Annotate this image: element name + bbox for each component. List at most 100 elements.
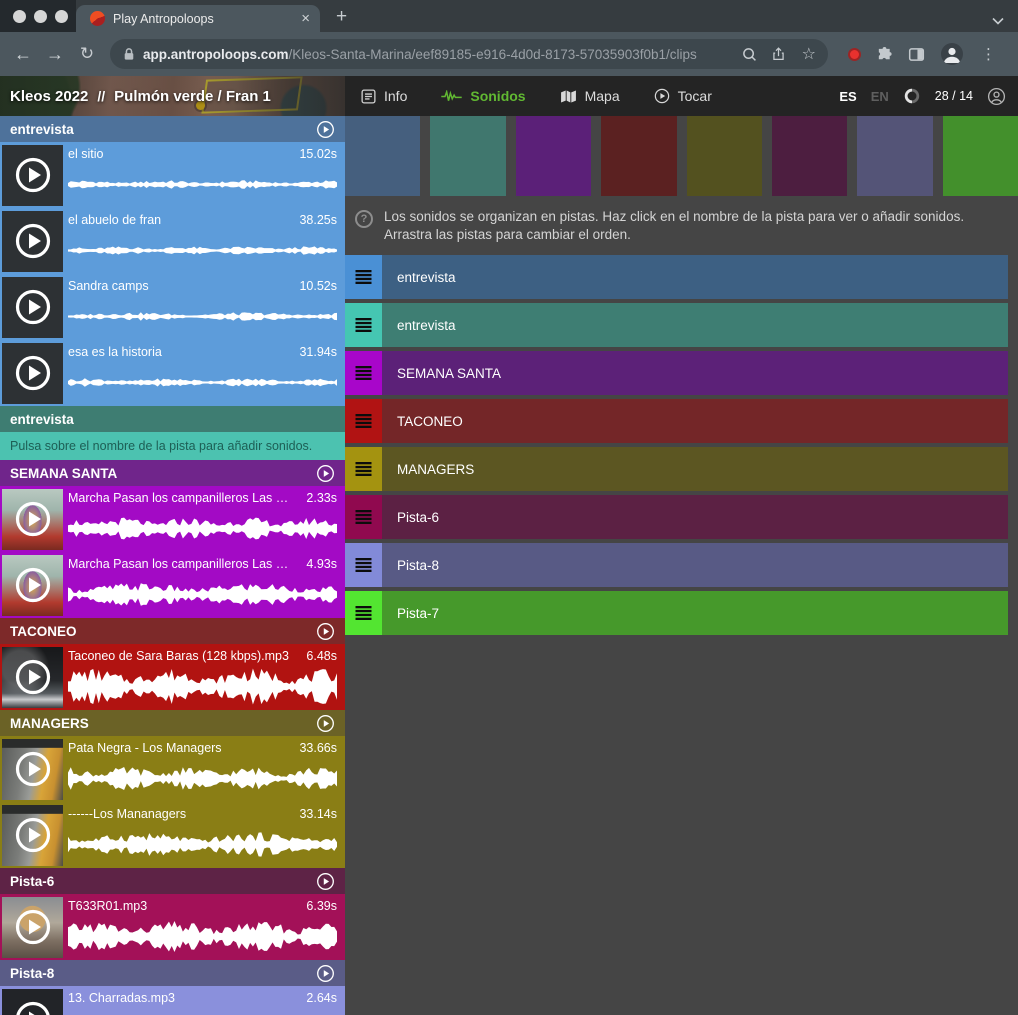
track-row-body[interactable]: SEMANA SANTA xyxy=(382,351,1008,395)
clip[interactable]: el sitio15.02s xyxy=(0,142,345,208)
play-track-button[interactable] xyxy=(316,464,335,483)
record-extension-icon[interactable] xyxy=(848,48,861,61)
clip-play-button[interactable] xyxy=(2,555,63,616)
track-section-header[interactable]: MANAGERS xyxy=(0,710,345,736)
drag-handle[interactable] xyxy=(345,591,382,635)
account-icon[interactable] xyxy=(987,87,1006,106)
play-track-button[interactable] xyxy=(316,622,335,641)
clip-play-button[interactable] xyxy=(2,489,63,550)
clip[interactable]: Sandra camps10.52s xyxy=(0,274,345,340)
tab-title: Play Antropoloops xyxy=(113,12,293,26)
lang-es-button[interactable]: ES xyxy=(839,89,856,104)
lang-en-button[interactable]: EN xyxy=(871,89,889,104)
zoom-page-icon[interactable] xyxy=(742,47,757,62)
tab-info-label: Info xyxy=(384,88,407,104)
close-tab-icon[interactable]: × xyxy=(301,11,310,26)
clip-play-button[interactable] xyxy=(2,343,63,404)
clip-play-button[interactable] xyxy=(2,805,63,866)
address-bar[interactable]: app.antropoloops.com/Kleos-Santa-Marina/… xyxy=(110,39,828,69)
side-panel-icon[interactable] xyxy=(908,46,925,63)
track-row[interactable]: MANAGERS xyxy=(345,447,1008,491)
play-track-button[interactable] xyxy=(316,964,335,983)
track-section-header[interactable]: entrevista xyxy=(0,406,345,432)
clip-play-button[interactable] xyxy=(2,739,63,800)
track-section-header[interactable]: entrevista xyxy=(0,116,345,142)
track-row-body[interactable]: TACONEO xyxy=(382,399,1008,443)
help-bar: ? Los sonidos se organizan en pistas. Ha… xyxy=(345,196,1018,253)
drag-handle[interactable] xyxy=(345,447,382,491)
clip-play-button[interactable] xyxy=(2,211,63,272)
clip-title: 13. Charradas.mp3 xyxy=(68,991,175,1005)
loading-spinner-icon xyxy=(903,87,921,105)
tab-tocar[interactable]: Tocar xyxy=(654,88,712,104)
clip-play-button[interactable] xyxy=(2,989,63,1015)
track-row[interactable]: Pista-6 xyxy=(345,495,1008,539)
browser-menu-icon[interactable]: ⋮ xyxy=(981,45,996,63)
play-track-button[interactable] xyxy=(316,714,335,733)
drag-handle[interactable] xyxy=(345,351,382,395)
track-row-body[interactable]: Pista-6 xyxy=(382,495,1008,539)
track-section-header[interactable]: TACONEO xyxy=(0,618,345,644)
clip-play-button[interactable] xyxy=(2,145,63,206)
track-row-body[interactable]: Pista-8 xyxy=(382,543,1008,587)
play-track-button[interactable] xyxy=(316,120,335,139)
track-row[interactable]: TACONEO xyxy=(345,399,1008,443)
browser-profile-avatar[interactable] xyxy=(940,42,964,66)
track-section-header[interactable]: SEMANA SANTA xyxy=(0,460,345,486)
clip[interactable]: Pata Negra - Los Managers33.66s xyxy=(0,736,345,802)
clip-play-button[interactable] xyxy=(2,277,63,338)
track-row[interactable]: entrevista xyxy=(345,303,1008,347)
clip[interactable]: el abuelo de fran38.25s xyxy=(0,208,345,274)
clip[interactable]: Taconeo de Sara Baras (128 kbps).mp36.48… xyxy=(0,644,345,710)
track-row[interactable]: entrevista xyxy=(345,255,1008,299)
forward-button[interactable]: → xyxy=(42,44,68,65)
tab-info[interactable]: Info xyxy=(361,88,407,104)
track-section-header[interactable]: Pista-6 xyxy=(0,868,345,894)
play-track-button[interactable] xyxy=(316,872,335,891)
clip[interactable]: Marcha Pasan los campanilleros Las Mejor… xyxy=(0,552,345,618)
clip[interactable]: ------Los Mananagers33.14s xyxy=(0,802,345,868)
drag-handle[interactable] xyxy=(345,399,382,443)
breadcrumb: Kleos 2022 // Pulmón verde / Fran 1 xyxy=(10,76,271,116)
project-map-thumbnail[interactable]: Kleos 2022 // Pulmón verde / Fran 1 xyxy=(0,76,345,116)
extensions-puzzle-icon[interactable] xyxy=(876,46,893,63)
drag-handle[interactable] xyxy=(345,255,382,299)
lock-icon[interactable] xyxy=(123,47,135,61)
tab-search-chevron-icon[interactable] xyxy=(992,17,1004,25)
reload-button[interactable]: ↻ xyxy=(74,44,100,64)
clip-play-button[interactable] xyxy=(2,647,63,708)
track-row-body[interactable]: MANAGERS xyxy=(382,447,1008,491)
track-name: Pista-8 xyxy=(397,558,439,573)
track-row[interactable]: Pista-7 xyxy=(345,591,1008,635)
tab-mapa[interactable]: Mapa xyxy=(560,88,620,104)
tab-tocar-label: Tocar xyxy=(678,88,712,104)
clip-waveform xyxy=(68,1009,337,1015)
tab-sonidos[interactable]: Sonidos xyxy=(441,88,525,104)
bookmark-star-icon[interactable]: ☆ xyxy=(802,44,816,64)
track-row-body[interactable]: Pista-7 xyxy=(382,591,1008,635)
back-button[interactable]: ← xyxy=(10,44,36,65)
tracks-panel: ? Los sonidos se organizan en pistas. Ha… xyxy=(345,116,1018,1015)
track-section-header[interactable]: Pista-8 xyxy=(0,960,345,986)
clip[interactable]: Marcha Pasan los campanilleros Las Mejor… xyxy=(0,486,345,552)
close-window-button[interactable] xyxy=(13,10,26,23)
track-row-body[interactable]: entrevista xyxy=(382,303,1008,347)
clip-play-button[interactable] xyxy=(2,897,63,958)
minimize-window-button[interactable] xyxy=(34,10,47,23)
drag-handle[interactable] xyxy=(345,543,382,587)
track-row[interactable]: Pista-8 xyxy=(345,543,1008,587)
zoom-window-button[interactable] xyxy=(55,10,68,23)
share-icon[interactable] xyxy=(771,46,786,62)
browser-tab[interactable]: Play Antropoloops × xyxy=(76,5,320,32)
drag-handle[interactable] xyxy=(345,495,382,539)
track-color-swatch xyxy=(601,116,676,196)
track-row-body[interactable]: entrevista xyxy=(382,255,1008,299)
clip[interactable]: esa es la historia31.94s xyxy=(0,340,345,406)
clip-waveform xyxy=(68,363,337,402)
track-row[interactable]: SEMANA SANTA xyxy=(345,351,1008,395)
clip[interactable]: T633R01.mp36.39s xyxy=(0,894,345,960)
clip[interactable]: 13. Charradas.mp32.64s xyxy=(0,986,345,1015)
clip-waveform xyxy=(68,575,337,614)
drag-handle[interactable] xyxy=(345,303,382,347)
new-tab-button[interactable]: + xyxy=(336,6,347,28)
